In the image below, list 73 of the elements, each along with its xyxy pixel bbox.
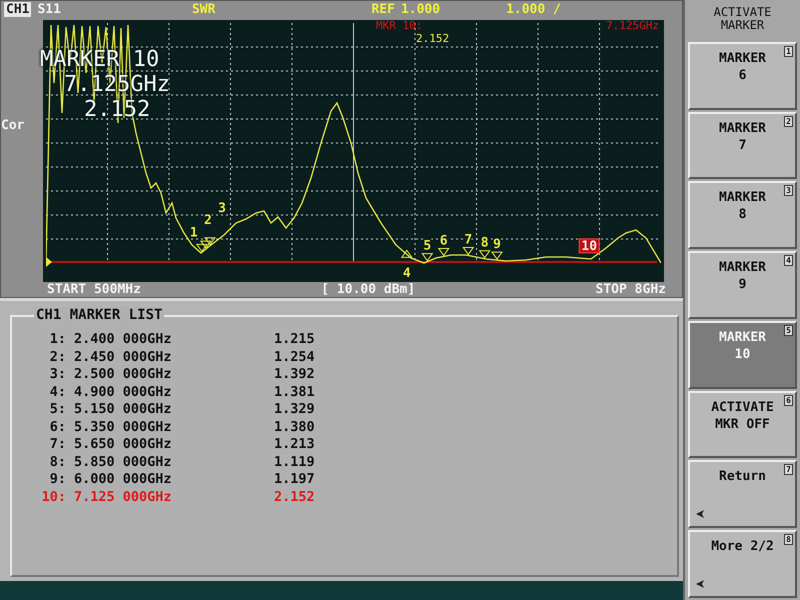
softkey-button[interactable]: MARKER 9 4: [688, 251, 797, 319]
reference-label: REF: [371, 2, 395, 17]
correction-label: Cor: [1, 118, 24, 133]
marker-value: 1.215: [274, 331, 316, 348]
channel-label: CH1: [4, 2, 32, 17]
softkey-number: 1: [784, 46, 793, 57]
softkey-button[interactable]: MARKER 6 1: [688, 42, 797, 110]
marker-index: 2:: [48, 348, 66, 366]
marker-value: 1.254: [274, 348, 316, 366]
reference-value: 1.000: [400, 2, 440, 17]
marker-number: 8: [480, 236, 489, 251]
stop-frequency: STOP 8GHz: [596, 282, 666, 297]
marker-number: 1: [190, 225, 198, 240]
marker-index: 7:: [48, 436, 66, 454]
parameter-label: S11: [37, 2, 61, 17]
marker-frequency: 7.125 000GHz: [74, 488, 173, 506]
softkey-number: 2: [784, 116, 793, 127]
marker-index: 3:: [48, 366, 66, 384]
marker-number: 4: [402, 266, 411, 279]
marker-frequency: 5.850 000GHz: [74, 454, 173, 471]
softkey-button[interactable]: ACTIVATE MKR OFF 6: [688, 390, 797, 458]
marker-frequency: 4.900 000GHz: [74, 384, 173, 401]
marker-value: 1.329: [274, 401, 316, 418]
power-level: [ 10.00 dBm]: [321, 282, 416, 297]
softkey-number: 3: [784, 185, 793, 196]
marker-index: 10:: [40, 488, 66, 506]
marker-index: 5:: [48, 401, 66, 418]
softkey-button[interactable]: More 2/2 8: [688, 530, 797, 598]
softkey-number: 6: [784, 394, 793, 406]
marker-value: 1.119: [274, 454, 316, 471]
marker-frequency: 6.000 000GHz: [74, 471, 173, 488]
marker-number: 6: [440, 233, 448, 248]
marker-value: 1.213: [274, 436, 316, 454]
marker-frequency: 5.650 000GHz: [74, 436, 173, 454]
start-frequency: START 500MHz: [47, 282, 141, 297]
marker-readout-value: 2.152: [416, 32, 450, 45]
marker-number: 3: [218, 200, 226, 216]
softkey-button[interactable]: MARKER 10 5: [688, 320, 797, 389]
marker-number: 2: [204, 213, 212, 228]
marker-number: 5: [423, 238, 432, 254]
marker-index: 6:: [48, 418, 66, 436]
marker-value: 1.392: [274, 366, 316, 384]
scale-value: 1.000 /: [506, 2, 561, 17]
marker-index: 1:: [48, 331, 66, 348]
marker-value: 1.380: [274, 418, 316, 436]
marker-frequency: 2.450 000GHz: [74, 348, 173, 366]
marker-frequency: 2.500 000GHz: [74, 366, 173, 384]
marker-readout-frequency: 7.125GHz: [606, 19, 659, 32]
softkey-number: 8: [784, 534, 793, 546]
softkey-number: 5: [784, 324, 793, 336]
marker-frequency: 2.400 000GHz: [74, 331, 173, 348]
left-arrow-icon: [696, 580, 704, 588]
marker-index: 8:: [48, 454, 66, 471]
left-arrow-icon: [696, 510, 704, 518]
marker-number: 7: [464, 232, 472, 248]
softkey-button[interactable]: Return 7: [688, 460, 797, 528]
marker-value: 1.197: [274, 471, 316, 488]
softkey-number: 4: [784, 255, 793, 266]
marker-value: 2.152: [274, 488, 316, 506]
marker-readout-label: MKR 10:: [376, 19, 422, 32]
softkey-button[interactable]: MARKER 8 3: [688, 181, 797, 250]
active-marker-flag: 10: [578, 238, 600, 254]
marker-frequency: 5.150 000GHz: [74, 401, 173, 418]
softkey-menu-title: ACTIVATE MARKER: [712, 4, 772, 34]
marker-frequency: 5.350 000GHz: [74, 418, 173, 436]
marker-number: 9: [493, 237, 501, 252]
softkey-button[interactable]: MARKER 7 2: [688, 112, 797, 180]
reference-pointer-icon: [46, 257, 52, 267]
softkey-number: 7: [784, 464, 793, 476]
marker-index: 4:: [48, 384, 66, 401]
marker-index: 9:: [48, 471, 66, 488]
marker-value: 1.381: [274, 384, 316, 401]
format-label: SWR: [192, 2, 216, 17]
